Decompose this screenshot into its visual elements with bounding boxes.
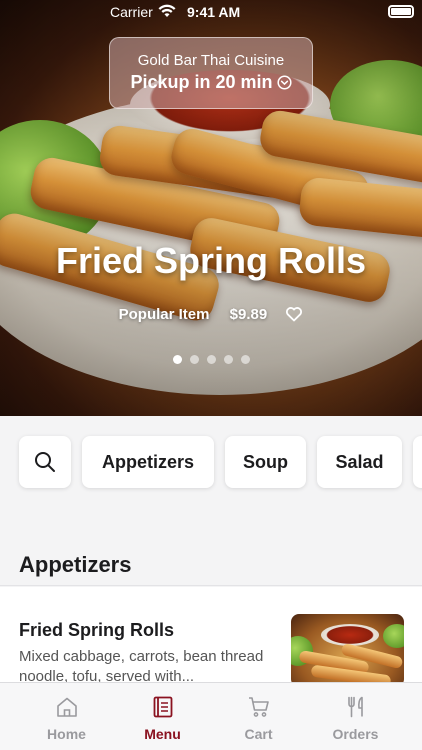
tab-home[interactable]: Home [14, 683, 119, 750]
carrier-label: Carrier [110, 4, 153, 20]
carousel-dot[interactable] [189, 355, 199, 364]
thumb-sauce-bowl [321, 624, 379, 646]
status-bar: Carrier 9:41 AM [0, 0, 422, 24]
menu-item-description: Mixed cabbage, carrots, bean thread nood… [19, 648, 264, 685]
restaurant-name: Gold Bar Thai Cuisine [137, 52, 285, 69]
tab-menu[interactable]: Menu [110, 683, 215, 750]
home-icon [57, 697, 77, 717]
hero-banner[interactable]: Carrier 9:41 AM Gold Bar Thai Cuisine Pi… [0, 0, 422, 416]
thumb-lettuce [383, 624, 404, 648]
popular-tag: Popular Item [118, 305, 210, 323]
pickup-text: Pickup in 20 min [130, 72, 273, 92]
status-time: 9:41 AM [187, 4, 241, 20]
carousel-dot[interactable] [223, 355, 233, 364]
carousel-dot[interactable] [240, 355, 250, 364]
favorite-button[interactable] [285, 305, 303, 323]
menu-item-row[interactable]: Fried Spring Rolls Mixed cabbage, carrot… [0, 587, 422, 687]
search-button[interactable] [19, 436, 71, 488]
search-icon [35, 452, 55, 472]
chevron-down-circle-icon [276, 75, 292, 90]
category-chip-soup[interactable]: Soup [225, 436, 306, 488]
category-bar[interactable]: Appetizers Soup Salad [0, 416, 422, 512]
hero-title: Fried Spring Rolls [55, 240, 367, 281]
carousel-dot[interactable] [206, 355, 216, 364]
category-chip-appetizers[interactable]: Appetizers [82, 436, 214, 488]
tab-cart[interactable]: Cart [206, 683, 311, 750]
fork-knife-icon [348, 696, 363, 718]
menu-item-thumbnail [291, 614, 404, 687]
hero-price: $9.89 [229, 305, 268, 323]
tab-orders[interactable]: Orders [303, 683, 408, 750]
menu-item-name: Fried Spring Rolls [19, 620, 175, 640]
category-chip-salad[interactable]: Salad [317, 436, 402, 488]
tab-label: Orders [332, 726, 379, 742]
carousel-indicator[interactable] [0, 351, 422, 369]
wifi-icon [158, 4, 176, 17]
cart-icon [249, 697, 269, 717]
restaurant-pickup-selector[interactable]: Gold Bar Thai Cuisine Pickup in 20 min [109, 37, 313, 109]
carousel-dot[interactable] [172, 355, 182, 364]
category-chip-partial[interactable] [413, 436, 422, 488]
tab-label: Menu [144, 726, 181, 742]
battery-icon [388, 5, 414, 18]
section-title: Appetizers [19, 552, 132, 577]
section-header: Appetizers [0, 512, 422, 586]
tab-label: Home [47, 726, 86, 742]
tab-bar: Home Menu Cart Orders [0, 682, 422, 750]
pickup-time: Pickup in 20 min [110, 72, 312, 93]
heart-icon [286, 307, 303, 322]
menu-book-icon [153, 696, 173, 718]
tab-label: Cart [244, 726, 273, 742]
hero-meta: Popular Item $9.89 [0, 305, 422, 323]
